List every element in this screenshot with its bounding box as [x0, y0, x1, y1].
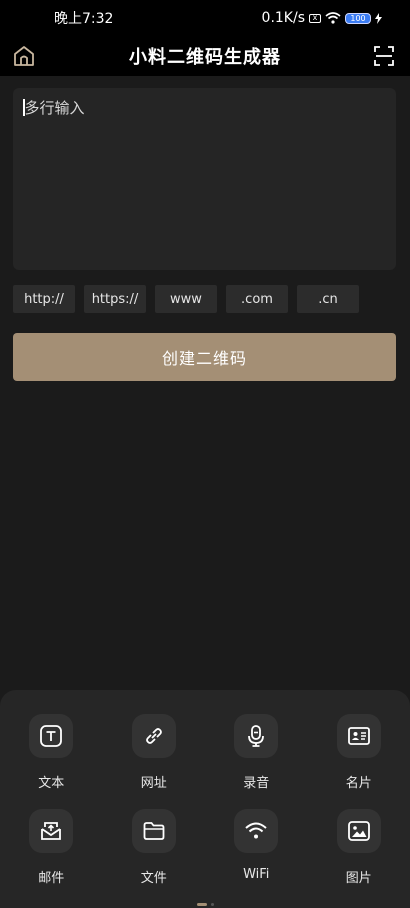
tool-business-card[interactable]: 名片: [308, 714, 410, 791]
page-title: 小料二维码生成器: [129, 47, 281, 68]
quick-insert-bar: http:// https:// www .com .cn: [13, 285, 359, 313]
input-placeholder: 多行输入: [24, 99, 85, 117]
tool-label: 文本: [38, 776, 65, 791]
tool-label: 名片: [345, 776, 372, 791]
tool-label: 录音: [243, 776, 270, 791]
tool-label: 网址: [140, 776, 167, 791]
wifi-icon: [234, 809, 279, 853]
battery-icon: 100: [345, 12, 371, 24]
text-icon: [29, 714, 74, 758]
network-speed: 0.1K/s: [261, 10, 305, 26]
multiline-input[interactable]: 多行输入: [13, 88, 396, 270]
tool-label: WiFi: [243, 867, 270, 882]
tool-text[interactable]: 文本: [0, 714, 103, 791]
tool-grid: 文本 网址 录音 名片 邮件 文件 WiFi 图片: [0, 714, 410, 886]
tool-url[interactable]: 网址: [103, 714, 206, 791]
scan-icon[interactable]: [372, 44, 396, 68]
tool-panel: 文本 网址 录音 名片 邮件 文件 WiFi 图片: [0, 690, 410, 908]
tool-wifi[interactable]: WiFi: [205, 809, 308, 886]
page-dot: [210, 903, 214, 906]
chip-http[interactable]: http://: [13, 285, 75, 313]
business-card-icon: [336, 714, 381, 758]
tool-label: 邮件: [38, 871, 65, 886]
app-header: 小料二维码生成器: [0, 36, 410, 76]
wifi-signal-icon: [325, 12, 341, 24]
chip-www[interactable]: www: [155, 285, 217, 313]
tool-audio[interactable]: 录音: [205, 714, 308, 791]
status-indicators: 0.1K/s x 100: [262, 10, 382, 26]
image-icon: [336, 809, 381, 853]
create-qrcode-button[interactable]: 创建二维码: [13, 333, 396, 381]
microphone-icon: [234, 714, 279, 758]
chip-https[interactable]: https://: [84, 285, 146, 313]
folder-icon: [131, 809, 176, 853]
sim-icon: x: [309, 13, 321, 23]
mail-icon: [29, 809, 74, 853]
tool-label: 图片: [345, 871, 372, 886]
status-bar: 晚上7:32 0.1K/s x 100: [0, 0, 410, 36]
charging-icon: [375, 12, 382, 24]
chip-cn[interactable]: .cn: [297, 285, 359, 313]
page-indicator: [0, 903, 410, 906]
chip-com[interactable]: .com: [226, 285, 288, 313]
tool-label: 文件: [140, 871, 167, 886]
tool-mail[interactable]: 邮件: [0, 809, 103, 886]
home-icon[interactable]: [12, 44, 36, 68]
link-icon: [131, 714, 176, 758]
tool-image[interactable]: 图片: [308, 809, 410, 886]
tool-file[interactable]: 文件: [103, 809, 206, 886]
page-dot-active: [196, 903, 207, 906]
status-time: 晚上7:32: [54, 11, 114, 27]
